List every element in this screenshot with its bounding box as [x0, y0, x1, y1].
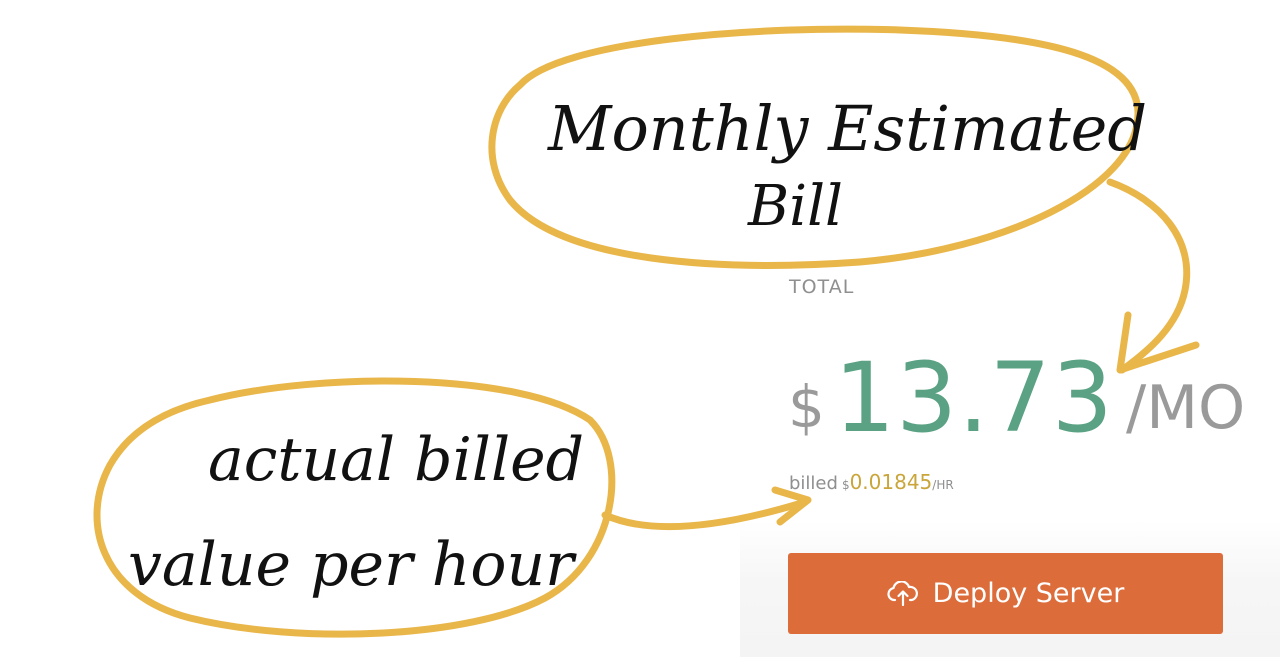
hourly-unit: /HR: [932, 478, 954, 492]
hourly-billing: billed $0.01845/HR: [789, 470, 954, 494]
hourly-amount: 0.01845: [849, 470, 933, 494]
deploy-server-label: Deploy Server: [932, 578, 1125, 609]
monthly-note-arrowhead: [1116, 311, 1200, 374]
monthly-note-ellipse: [488, 25, 1142, 269]
billed-prefix: billed: [789, 473, 838, 494]
monthly-note-text-line2: Bill: [747, 174, 843, 239]
cloud-upload-icon: [887, 579, 919, 607]
monthly-amount: 13.73: [834, 342, 1114, 454]
deploy-server-button[interactable]: Deploy Server: [788, 553, 1223, 634]
monthly-unit: /MO: [1126, 373, 1246, 443]
hourly-currency: $: [841, 478, 850, 492]
pricing-summary-screen: TOTAL $ 13.73 /MO billed $0.01845/HR Depl…: [0, 0, 1280, 657]
hourly-note-text-line1: actual billed: [208, 425, 584, 495]
total-label: TOTAL: [789, 276, 855, 298]
hourly-note-ellipse: [93, 377, 616, 638]
hourly-note-text-line2: value per hour: [128, 530, 577, 600]
monthly-note-text-line1: Monthly Estimated: [547, 92, 1147, 165]
hourly-note-arrowhead: [771, 486, 812, 526]
currency-symbol: $: [788, 373, 825, 441]
monthly-note-arrow: [1106, 178, 1191, 374]
